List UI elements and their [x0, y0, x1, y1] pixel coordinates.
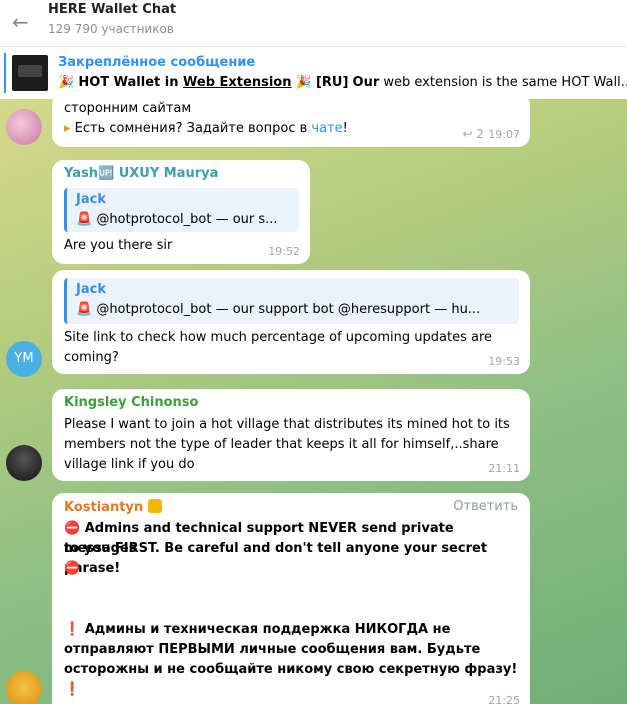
- pinned-message-bar[interactable]: Закреплённое сообщение 🎉 HOT Wallet in W…: [0, 46, 627, 100]
- member-count: 129 790 участников: [48, 22, 174, 36]
- message-text: coming?: [64, 350, 119, 365]
- arrow-left-icon[interactable]: ←: [12, 10, 29, 34]
- message-bubble[interactable]: сторонним сайтам ▸ Есть сомнения? Задайт…: [52, 99, 530, 147]
- chat-link[interactable]: чате: [311, 121, 342, 136]
- chat-title[interactable]: HERE Wallet Chat: [48, 2, 176, 17]
- quote-author: Jack: [76, 282, 106, 297]
- message-text: to you FIRST. Be careful and don't tell …: [64, 541, 488, 576]
- message-bubble[interactable]: Jack 🚨 @hotprotocol_bot — our support bo…: [52, 270, 530, 374]
- pinned-text-part4: Our: [352, 75, 380, 90]
- message-text: village link if you do: [64, 457, 195, 472]
- message-text: отправляют ПЕРВЫМИ личные сообщения вам.…: [64, 642, 481, 657]
- pinned-text-part5: web extension is the same HOT Wall...: [379, 75, 627, 90]
- chat-header: ← HERE Wallet Chat 129 790 участников: [0, 0, 627, 46]
- pinned-text-part1: HOT Wallet in: [78, 75, 184, 90]
- party-icon: 🎉: [58, 75, 75, 90]
- replies-number: 2: [476, 127, 484, 141]
- quote-text: 🚨 @hotprotocol_bot — our support bot @he…: [76, 302, 481, 317]
- avatar[interactable]: [6, 445, 42, 481]
- message-text: Please I want to join a hot village that…: [64, 417, 510, 432]
- message-text: members not the type of leader that keep…: [64, 437, 499, 452]
- message-bubble[interactable]: Yash🆙 UXUY Maurya Jack 🚨 @hotprotocol_bo…: [52, 160, 310, 264]
- replies-count[interactable]: ↩ 2: [462, 127, 484, 141]
- avatar[interactable]: [6, 109, 42, 145]
- chat-area[interactable]: сторонним сайтам ▸ Есть сомнения? Задайт…: [0, 99, 627, 704]
- pinned-link[interactable]: Web Extension: [183, 75, 291, 90]
- sender-name[interactable]: Kostiantyn: [64, 499, 162, 515]
- pin-indicator: [4, 53, 6, 93]
- party-icon: 🎉: [295, 75, 312, 90]
- quoted-message[interactable]: Jack 🚨 @hotprotocol_bot — our support bo…: [64, 278, 519, 324]
- message-time: 19:53: [488, 355, 520, 368]
- message-text-suffix: !: [342, 121, 348, 136]
- reply-button[interactable]: Ответить: [453, 499, 518, 514]
- sender-name[interactable]: Yash🆙 UXUY Maurya: [64, 166, 218, 181]
- pinned-text-part3: [RU]: [315, 75, 349, 90]
- sender-name[interactable]: Kingsley Chinonso: [64, 395, 198, 410]
- triangle-icon: ▸: [64, 121, 71, 136]
- message-text: осторожны и не сообщайте никому свою сек…: [64, 662, 518, 677]
- badge-icon: [147, 499, 162, 513]
- message-time: 19:07: [488, 128, 520, 141]
- avatar[interactable]: YM: [6, 341, 42, 377]
- message-bubble[interactable]: Kostiantyn Ответить ⛔ Admins and technic…: [52, 493, 530, 704]
- message-text: Are you there sir: [64, 238, 173, 253]
- message-time: 21:25: [488, 694, 520, 704]
- message-text: Site link to check how much percentage o…: [64, 330, 492, 345]
- message-text: ▸ Есть сомнения? Задайте вопрос в чате!: [64, 119, 348, 139]
- pinned-title: Закреплённое сообщение: [58, 55, 256, 70]
- sender-name-text: Kostiantyn: [64, 500, 144, 515]
- message-text-prefix: Есть сомнения? Задайте вопрос в: [74, 121, 312, 136]
- avatar[interactable]: [6, 671, 42, 704]
- message-time: 19:52: [268, 245, 300, 258]
- message-bubble[interactable]: Kingsley Chinonso Please I want to join …: [52, 389, 530, 481]
- quote-text: 🚨 @hotprotocol_bot — our s...: [76, 212, 278, 227]
- pinned-thumbnail: [12, 55, 48, 91]
- pinned-text: 🎉 HOT Wallet in Web Extension 🎉 [RU] Our…: [58, 75, 627, 90]
- message-text: сторонним сайтам: [64, 101, 192, 116]
- message-text: ❗: [64, 682, 81, 697]
- message-text: ⛔: [64, 561, 81, 576]
- quoted-message[interactable]: Jack 🚨 @hotprotocol_bot — our s...: [64, 188, 299, 232]
- quote-author: Jack: [76, 192, 106, 207]
- reply-arrow-icon: ↩: [462, 127, 473, 141]
- message-text: ❗ Админы и техническая поддержка НИКОГДА…: [64, 622, 451, 637]
- message-time: 21:11: [488, 462, 520, 475]
